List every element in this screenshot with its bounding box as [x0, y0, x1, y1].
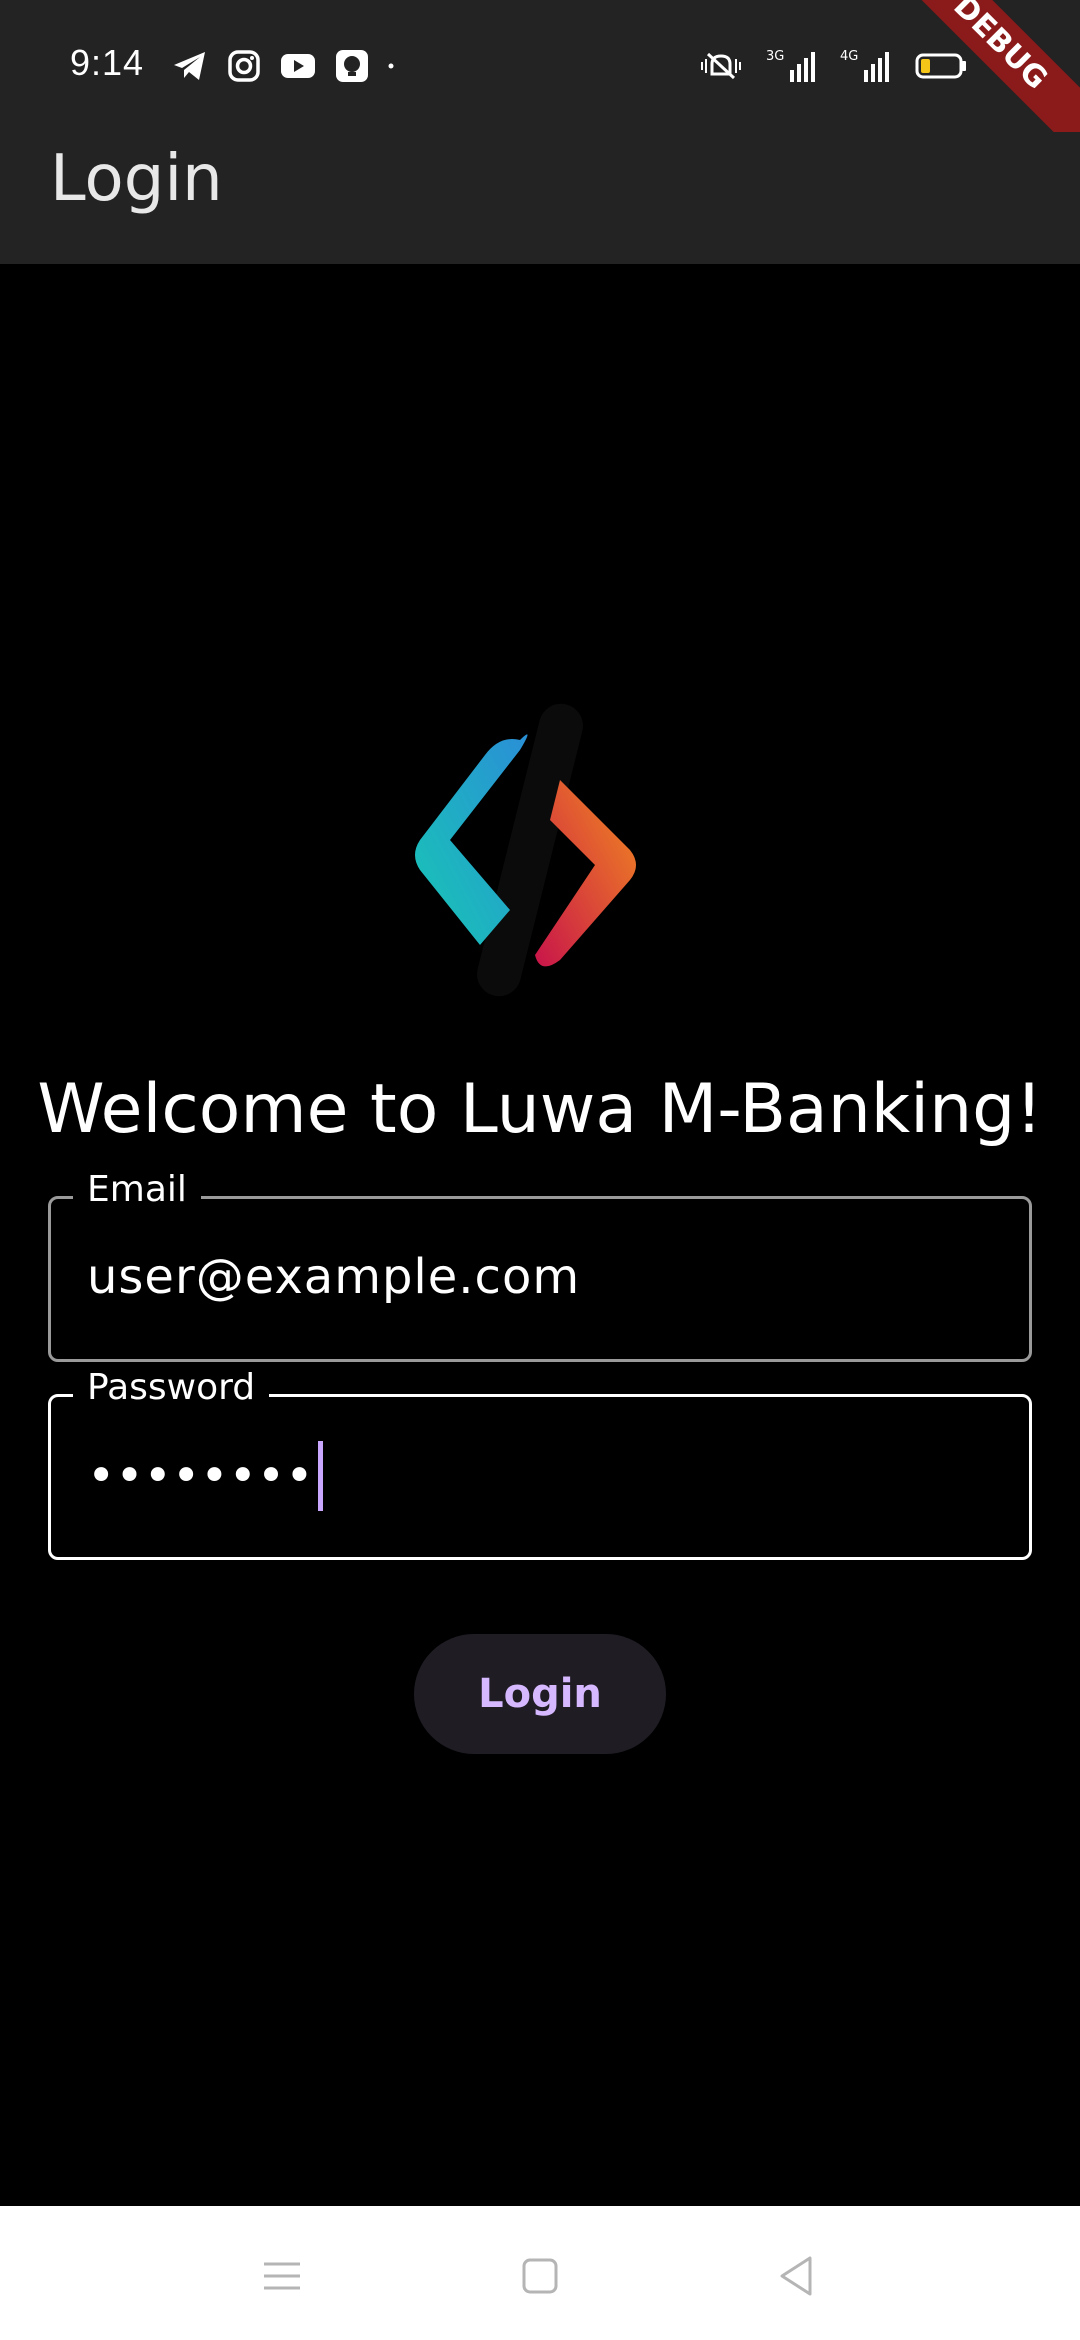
password-masked-text: ••••••••: [87, 1448, 314, 1504]
system-nav-bar: [0, 2206, 1080, 2340]
battery-low-icon: [915, 53, 966, 79]
password-value[interactable]: ••••••••: [87, 1441, 323, 1511]
login-button[interactable]: Login: [414, 1634, 666, 1754]
signal-3g-icon: 3G: [766, 49, 815, 82]
welcome-heading: Welcome to Luwa M-Banking!: [37, 1070, 1043, 1149]
instagram-icon: [228, 50, 260, 82]
silent-vibrate-icon: [701, 52, 741, 80]
email-value[interactable]: user@example.com: [87, 1249, 580, 1305]
email-label: Email: [73, 1169, 201, 1210]
status-bar: 9:14 3G 4G DEBUG: [0, 0, 1080, 167]
email-field[interactable]: Email user@example.com: [48, 1169, 1032, 1362]
svg-text:4G: 4G: [840, 49, 858, 64]
password-label: Password: [73, 1367, 270, 1408]
home-square-icon[interactable]: [510, 2246, 570, 2306]
dot-icon: [388, 63, 394, 69]
notification-app-icon: [336, 50, 368, 82]
status-time: 9:14: [70, 42, 145, 83]
text-cursor: [317, 1441, 323, 1511]
back-triangle-icon[interactable]: [768, 2246, 828, 2306]
page-title: Login: [50, 142, 223, 216]
status-left-icons: [170, 46, 406, 86]
svg-text:3G: 3G: [766, 49, 784, 64]
password-field[interactable]: Password ••••••••: [48, 1367, 1032, 1560]
status-right-icons: 3G 4G: [698, 46, 970, 86]
youtube-icon: [281, 54, 315, 78]
app-bar: Login: [0, 132, 1080, 264]
signal-4g-icon: 4G: [840, 49, 889, 82]
telegram-icon: [174, 52, 205, 80]
menu-icon[interactable]: [252, 2246, 312, 2306]
luwa-logo: [415, 703, 636, 997]
